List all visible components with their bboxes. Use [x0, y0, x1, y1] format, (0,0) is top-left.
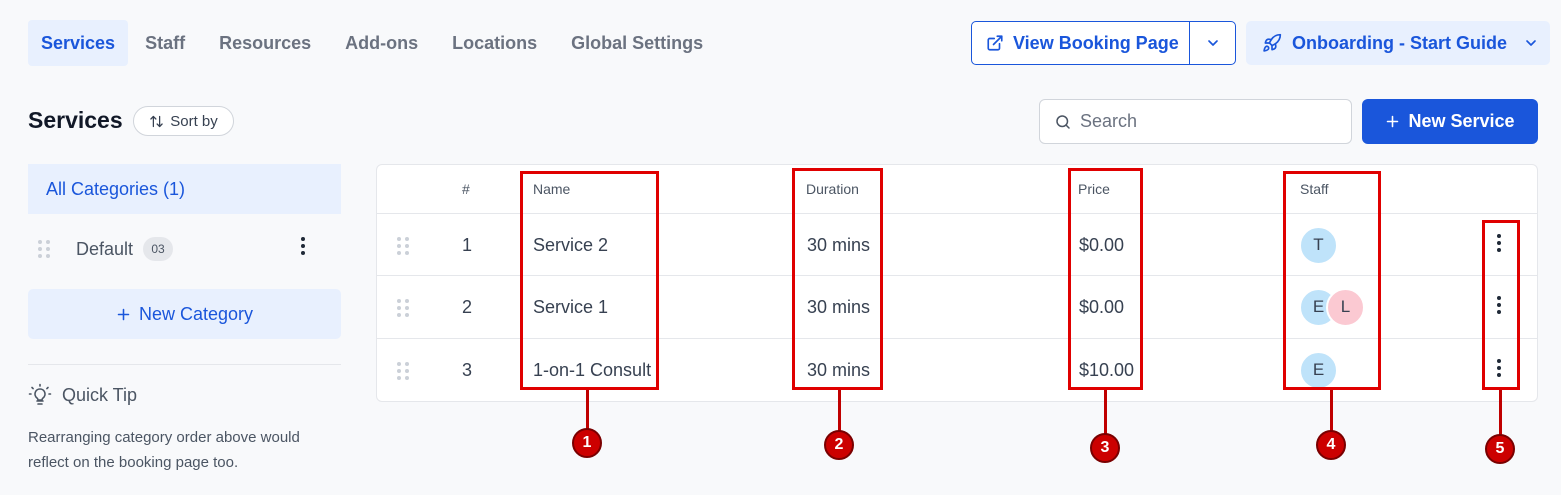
- external-link-icon: [987, 35, 1003, 51]
- drag-handle-icon[interactable]: [397, 362, 409, 380]
- annotation-connector: [1499, 390, 1502, 436]
- row-number: 2: [462, 296, 473, 317]
- annotation-box-name-column: [520, 171, 659, 390]
- category-label: Default: [76, 238, 134, 259]
- tab-locations[interactable]: Locations: [435, 20, 554, 66]
- drag-handle-icon[interactable]: [397, 237, 409, 255]
- column-header-number: #: [462, 181, 470, 197]
- view-booking-dropdown-toggle[interactable]: [1189, 22, 1235, 64]
- new-category-label: New Category: [138, 303, 254, 324]
- view-booking-label: View Booking Page: [1013, 32, 1179, 53]
- sort-arrows-icon: [150, 115, 163, 127]
- new-category-button[interactable]: New Category: [28, 289, 341, 339]
- annotation-box-actions-column: [1482, 220, 1520, 390]
- search-icon: [1056, 114, 1070, 129]
- quick-tip-text: Rearranging category order above would r…: [28, 429, 300, 471]
- top-nav: Services Staff Resources Add-ons Locatio…: [28, 20, 720, 66]
- chevron-down-icon: [1207, 40, 1218, 46]
- tab-global-settings[interactable]: Global Settings: [554, 20, 720, 66]
- annotation-connector: [586, 390, 589, 430]
- annotation-box-duration-column: [792, 168, 883, 390]
- tab-services[interactable]: Services: [28, 20, 129, 66]
- category-more-icon[interactable]: [301, 237, 305, 255]
- annotation-box-staff-column: [1283, 171, 1381, 390]
- rocket-icon: [1263, 33, 1282, 52]
- sort-by-button[interactable]: Sort by: [133, 106, 234, 136]
- quick-tip-title: Quick Tip: [62, 384, 138, 405]
- category-item-default[interactable]: Default 03: [28, 224, 341, 274]
- category-all[interactable]: All Categories (1): [28, 164, 341, 214]
- onboarding-guide-button[interactable]: Onboarding - Start Guide: [1246, 21, 1550, 65]
- plus-icon: [1387, 115, 1399, 128]
- row-number: 1: [462, 234, 473, 255]
- annotation-connector: [1330, 390, 1333, 432]
- new-service-label: New Service: [1408, 111, 1515, 131]
- lightbulb-icon: [28, 383, 52, 405]
- annotation-connector: [838, 390, 841, 432]
- quick-tip-heading: Quick Tip: [28, 383, 137, 407]
- sort-by-label: Sort by: [170, 112, 218, 130]
- tab-staff[interactable]: Staff: [128, 20, 202, 66]
- plus-icon: [117, 308, 130, 320]
- view-booking-split-button: View Booking Page: [971, 21, 1236, 65]
- search-input[interactable]: [1080, 111, 1330, 132]
- annotation-box-price-column: [1068, 168, 1143, 390]
- chevron-down-icon: [1526, 40, 1536, 46]
- search-box: [1039, 99, 1352, 144]
- row-number: 3: [462, 359, 473, 380]
- annotation-marker-2: 2: [824, 430, 854, 460]
- onboarding-label: Onboarding - Start Guide: [1292, 32, 1507, 53]
- tab-add-ons[interactable]: Add-ons: [328, 20, 435, 66]
- annotation-connector: [1104, 390, 1107, 434]
- category-count-badge: 03: [143, 237, 174, 261]
- annotation-marker-4: 4: [1316, 430, 1346, 460]
- page-title: Services: [28, 107, 123, 133]
- tab-resources[interactable]: Resources: [202, 20, 328, 66]
- annotation-marker-5: 5: [1485, 434, 1515, 464]
- new-service-button[interactable]: New Service: [1362, 99, 1538, 144]
- drag-handle-icon[interactable]: [38, 240, 50, 258]
- annotation-marker-1: 1: [572, 428, 602, 458]
- drag-handle-icon[interactable]: [397, 299, 409, 317]
- sidebar-divider: [28, 364, 341, 365]
- view-booking-page-button[interactable]: View Booking Page: [972, 22, 1189, 64]
- annotation-marker-3: 3: [1090, 433, 1120, 463]
